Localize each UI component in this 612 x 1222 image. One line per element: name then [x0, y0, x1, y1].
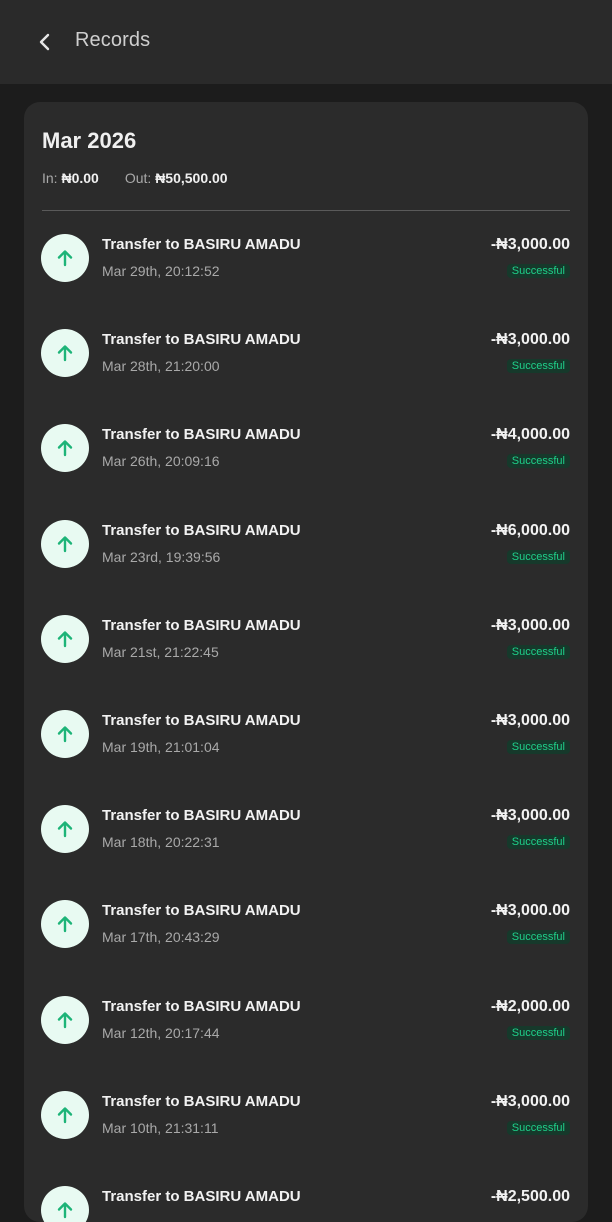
arrow-up-icon [41, 995, 89, 1044]
arrow-up-icon [41, 234, 89, 282]
status-badge: Successful [506, 644, 570, 659]
transaction-row[interactable]: Transfer to BASIRU AMADU Mar 26th, 20:09… [24, 402, 588, 497]
status-badge: Successful [506, 739, 570, 754]
transaction-title: Transfer to BASIRU AMADU [102, 1187, 301, 1205]
chevron-left-icon [39, 33, 50, 51]
transaction-amount: -₦3,000.00 [490, 236, 570, 253]
transaction-list: Transfer to BASIRU AMADU Mar 29th, 20:12… [24, 212, 588, 1222]
transaction-row[interactable]: Transfer to BASIRU AMADU Mar 23rd, 19:39… [24, 498, 588, 593]
status-badge: Successful [506, 930, 570, 945]
top-app-bar: Records [0, 0, 612, 84]
transaction-title: Transfer to BASIRU AMADU [102, 997, 301, 1015]
transaction-time: Mar 17th, 20:43:29 [102, 929, 220, 946]
transaction-row[interactable]: Transfer to BASIRU AMADU -₦2,500.00 [24, 1164, 588, 1222]
out-value: ₦50,500.00 [155, 170, 228, 186]
transaction-row[interactable]: Transfer to BASIRU AMADU Mar 18th, 20:22… [24, 783, 588, 878]
transaction-amount: -₦3,000.00 [490, 616, 570, 634]
transaction-row[interactable]: Transfer to BASIRU AMADU Mar 29th, 20:12… [24, 212, 588, 307]
transaction-title: Transfer to BASIRU AMADU [102, 1092, 301, 1110]
arrow-up-icon [41, 805, 89, 854]
transaction-time: Mar 19th, 21:01:04 [102, 738, 220, 755]
arrow-up-icon [41, 1090, 89, 1139]
transaction-row[interactable]: Transfer to BASIRU AMADU Mar 10th, 21:31… [24, 1069, 588, 1164]
transaction-title: Transfer to BASIRU AMADU [102, 902, 301, 920]
transaction-title: Transfer to BASIRU AMADU [102, 236, 301, 253]
status-badge: Successful [506, 454, 570, 469]
transaction-amount: -₦3,000.00 [490, 807, 570, 825]
transaction-title: Transfer to BASIRU AMADU [102, 331, 301, 349]
in-summary: In: ₦0.00 [42, 170, 99, 186]
status-badge: Successful [506, 264, 570, 278]
out-summary: Out: ₦50,500.00 [125, 170, 228, 186]
status-badge: Successful [506, 549, 570, 564]
transaction-amount: -₦3,000.00 [490, 711, 570, 729]
in-label: In: [42, 170, 58, 186]
transaction-time: Mar 28th, 21:20:00 [102, 358, 220, 375]
transaction-time: Mar 29th, 20:12:52 [102, 263, 220, 279]
status-badge: Successful [506, 835, 570, 850]
arrow-up-icon [41, 709, 89, 758]
transaction-row[interactable]: Transfer to BASIRU AMADU Mar 12th, 20:17… [24, 974, 588, 1069]
arrow-up-icon [41, 1185, 89, 1222]
page-title: Records [75, 29, 151, 51]
back-button[interactable] [30, 26, 60, 58]
month-heading: Mar 2026 [42, 128, 137, 153]
transaction-amount: -₦4,000.00 [490, 426, 570, 444]
transaction-time: Mar 12th, 20:17:44 [102, 1024, 220, 1041]
transaction-title: Transfer to BASIRU AMADU [102, 711, 301, 729]
arrow-up-icon [41, 900, 89, 949]
transaction-row[interactable]: Transfer to BASIRU AMADU Mar 17th, 20:43… [24, 878, 588, 973]
transaction-time: Mar 23rd, 19:39:56 [102, 548, 221, 565]
divider [42, 210, 570, 211]
arrow-up-icon [41, 424, 89, 473]
transaction-amount: -₦3,000.00 [490, 331, 570, 349]
in-value: ₦0.00 [61, 170, 99, 186]
transaction-row[interactable]: Transfer to BASIRU AMADU Mar 21st, 21:22… [24, 593, 588, 688]
status-badge: Successful [506, 359, 570, 374]
transaction-time: Mar 10th, 21:31:11 [102, 1119, 219, 1136]
arrow-up-icon [41, 519, 89, 568]
transaction-amount: -₦6,000.00 [490, 521, 570, 539]
transaction-amount: -₦3,000.00 [490, 902, 570, 920]
transaction-time: Mar 18th, 20:22:31 [102, 834, 220, 851]
transaction-title: Transfer to BASIRU AMADU [102, 426, 301, 444]
transaction-row[interactable]: Transfer to BASIRU AMADU Mar 28th, 21:20… [24, 307, 588, 402]
transaction-amount: -₦3,000.00 [490, 1092, 570, 1110]
transaction-row[interactable]: Transfer to BASIRU AMADU Mar 19th, 21:01… [24, 688, 588, 783]
arrow-up-icon [41, 614, 89, 663]
transaction-title: Transfer to BASIRU AMADU [102, 521, 301, 539]
transaction-time: Mar 26th, 20:09:16 [102, 453, 220, 470]
out-label: Out: [124, 170, 152, 186]
transaction-time: Mar 21st, 21:22:45 [102, 643, 219, 660]
transaction-amount: -₦2,500.00 [490, 1187, 570, 1205]
records-card: Mar 2026 In: ₦0.00 Out: ₦50,500.00 Trans… [24, 102, 588, 1222]
status-badge: Successful [506, 1025, 570, 1040]
month-summary: In: ₦0.00 Out: ₦50,500.00 [42, 170, 228, 186]
transaction-title: Transfer to BASIRU AMADU [102, 616, 301, 634]
status-badge: Successful [506, 1120, 570, 1135]
transaction-amount: -₦2,000.00 [490, 997, 570, 1015]
arrow-up-icon [41, 329, 89, 378]
transaction-title: Transfer to BASIRU AMADU [102, 807, 301, 825]
